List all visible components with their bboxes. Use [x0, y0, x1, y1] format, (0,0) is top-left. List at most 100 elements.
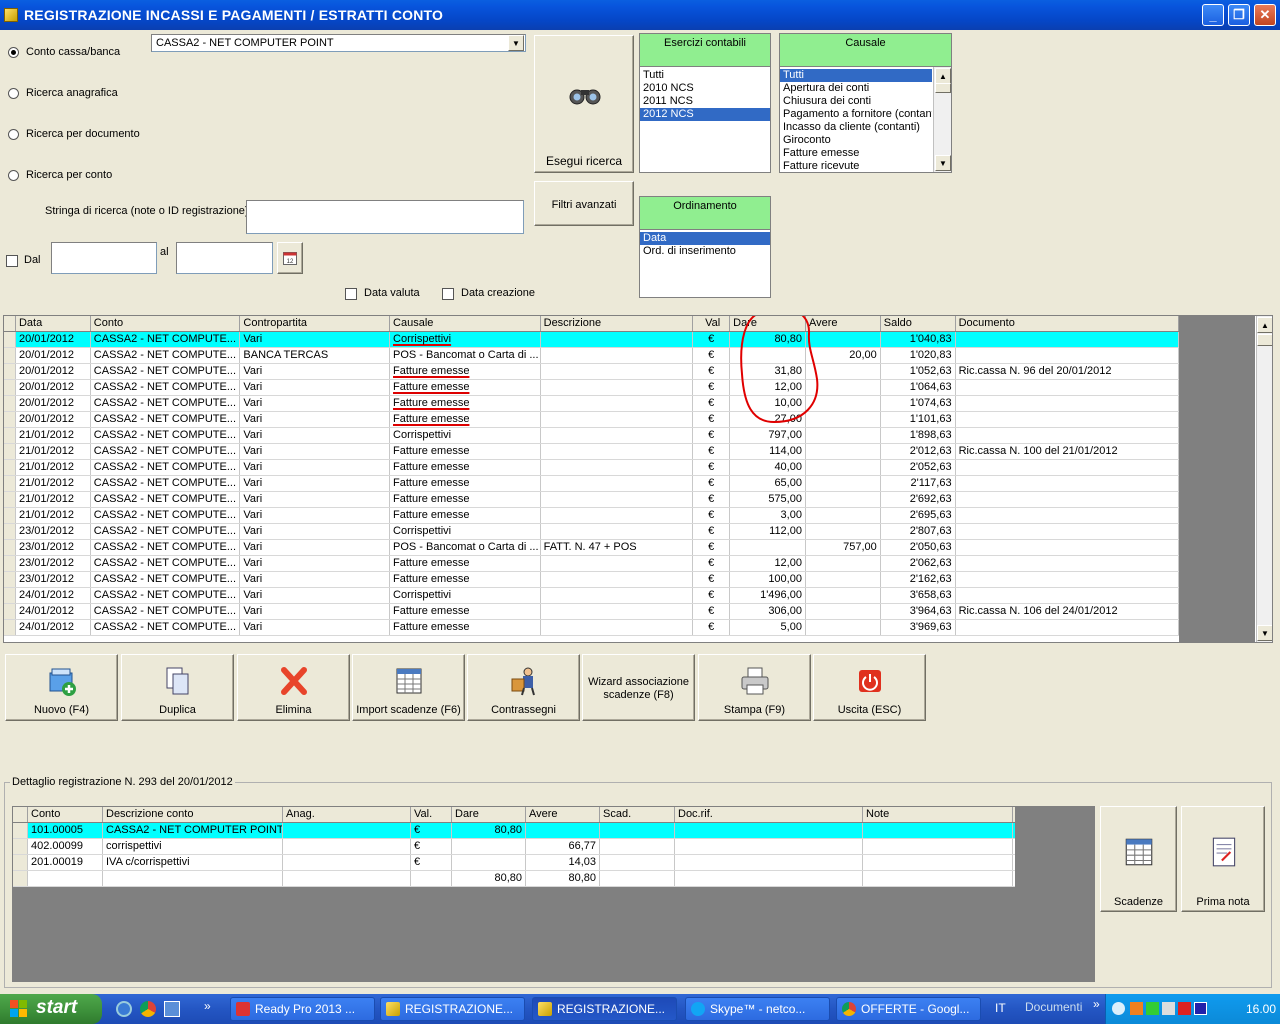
column-header[interactable]: Descrizione conto [103, 807, 283, 822]
esercizi-list[interactable]: Tutti 2010 NCS 2011 NCS 2012 NCS [639, 66, 771, 173]
table-row[interactable]: 21/01/2012 CASSA2 - NET COMPUTE... Vari Fat… [4, 476, 1179, 492]
column-header[interactable]: Note [863, 807, 1013, 822]
column-header[interactable]: Avere [526, 807, 600, 822]
radio-conto-cassa[interactable] [8, 47, 19, 58]
table-row[interactable]: 20/01/2012 CASSA2 - NET COMPUTE... Vari Cor… [4, 332, 1179, 348]
table-row[interactable]: 23/01/2012 CASSA2 - NET COMPUTE... Vari Fat… [4, 572, 1179, 588]
table-row[interactable]: 24/01/2012 CASSA2 - NET COMPUTE... Vari Fat… [4, 604, 1179, 620]
table-row[interactable]: 20/01/2012 CASSA2 - NET COMPUTE... BANCA T… [4, 348, 1179, 364]
task-ready-pro[interactable]: Ready Pro 2013 ... [230, 997, 375, 1021]
scroll-thumb[interactable] [1257, 334, 1272, 346]
causale-item[interactable]: Fatture emesse [780, 147, 932, 160]
column-header[interactable]: Conto [28, 807, 103, 822]
table-row[interactable]: 21/01/2012 CASSA2 - NET COMPUTE... Vari Fat… [4, 508, 1179, 524]
row-indicator[interactable] [4, 540, 16, 555]
causale-item[interactable]: Tutti [780, 69, 932, 82]
causale-item[interactable]: Giroconto [780, 134, 932, 147]
row-indicator[interactable] [4, 572, 16, 587]
detail-row[interactable]: 101.00005 CASSA2 - NET COMPUTER POINT €80,… [13, 823, 1015, 839]
column-header[interactable]: Dare [452, 807, 526, 822]
close-button[interactable]: ✕ [1254, 4, 1276, 26]
column-header[interactable]: Anag. [283, 807, 411, 822]
table-row[interactable]: 20/01/2012 CASSA2 - NET COMPUTE... Vari Fat… [4, 380, 1179, 396]
registrations-grid[interactable]: Data Conto Contropartita Causale Descrizione… [3, 315, 1273, 643]
calendar-button[interactable]: 12 [277, 242, 303, 274]
date-to-input[interactable] [176, 242, 273, 274]
minimize-button[interactable]: _ [1202, 4, 1224, 26]
table-row[interactable]: 20/01/2012 CASSA2 - NET COMPUTE... Vari Fat… [4, 412, 1179, 428]
maximize-button[interactable]: ❐ [1228, 4, 1250, 26]
scroll-down-icon[interactable]: ▼ [935, 155, 951, 171]
causale-item[interactable]: Fatture ricevute [780, 160, 932, 173]
row-indicator[interactable] [13, 823, 28, 838]
column-header[interactable]: Val [693, 316, 731, 331]
row-indicator[interactable] [4, 412, 16, 427]
row-indicator[interactable] [4, 460, 16, 475]
date-from-input[interactable] [51, 242, 157, 274]
scroll-up-icon[interactable]: ▲ [935, 68, 951, 84]
table-row[interactable]: 21/01/2012 CASSA2 - NET COMPUTE... Vari Fat… [4, 492, 1179, 508]
row-indicator[interactable] [4, 476, 16, 491]
row-indicator[interactable] [4, 604, 16, 619]
causale-scrollbar[interactable]: ▲ ▼ [933, 67, 951, 172]
detail-row[interactable]: 402.00099 corrispettivi €66,77 [13, 839, 1015, 855]
table-row[interactable]: 20/01/2012 CASSA2 - NET COMPUTE... Vari Fat… [4, 396, 1179, 412]
uscita-button[interactable]: Uscita (ESC) [813, 654, 926, 721]
causale-item[interactable]: Apertura dei conti [780, 82, 932, 95]
prima-nota-button[interactable]: Prima nota [1181, 806, 1265, 912]
scroll-down-icon[interactable]: ▼ [1257, 625, 1272, 641]
app-quicklaunch-icon[interactable] [164, 1001, 180, 1017]
ordinamento-list[interactable]: Data Ord. di inserimento [639, 229, 771, 298]
scadenze-button[interactable]: Scadenze [1100, 806, 1177, 912]
table-row[interactable]: 21/01/2012 CASSA2 - NET COMPUTE... Vari Fat… [4, 444, 1179, 460]
row-indicator[interactable] [4, 556, 16, 571]
column-header[interactable]: Conto [91, 316, 241, 331]
row-indicator[interactable] [13, 839, 28, 854]
tray-monitor-icon[interactable] [1194, 1002, 1207, 1015]
row-indicator[interactable] [4, 428, 16, 443]
tray-antivirus-icon[interactable] [1178, 1002, 1191, 1015]
column-header[interactable]: Data [16, 316, 91, 331]
esercizi-item[interactable]: Tutti [640, 69, 770, 82]
table-row[interactable]: 20/01/2012 CASSA2 - NET COMPUTE... Vari Fat… [4, 364, 1179, 380]
esercizi-item[interactable]: 2012 NCS [640, 108, 770, 121]
stampa-button[interactable]: Stampa (F9) [698, 654, 811, 721]
column-header[interactable]: Contropartita [240, 316, 391, 331]
start-button[interactable]: start [0, 994, 102, 1024]
contrassegni-button[interactable]: Contrassegni [467, 654, 580, 721]
column-header[interactable]: Doc.rif. [675, 807, 863, 822]
task-registrazione-2[interactable]: REGISTRAZIONE... [532, 997, 677, 1021]
radio-ricerca-conto[interactable] [8, 170, 19, 181]
tray-expand-icon[interactable] [1112, 1002, 1125, 1015]
data-creazione-checkbox[interactable] [442, 288, 454, 300]
causale-item[interactable]: Incasso da cliente (contanti) [780, 121, 932, 134]
ordinamento-item[interactable]: Data [640, 232, 770, 245]
column-header[interactable]: Descrizione [541, 316, 694, 331]
row-indicator[interactable] [4, 508, 16, 523]
chevron-right-icon[interactable]: » [1093, 997, 1100, 1011]
causale-list[interactable]: Tutti Apertura dei conti Chiusura dei cont… [779, 66, 952, 173]
data-valuta-checkbox[interactable] [345, 288, 357, 300]
wizard-scadenze-button[interactable]: Wizard associazione scadenze (F8) [582, 654, 695, 721]
radio-ricerca-anagrafica[interactable] [8, 88, 19, 99]
tray-shield-icon[interactable] [1146, 1002, 1159, 1015]
ordinamento-item[interactable]: Ord. di inserimento [640, 245, 770, 258]
column-header[interactable]: Saldo [881, 316, 956, 331]
task-chrome[interactable]: OFFERTE - Googl... [836, 997, 981, 1021]
search-string-input[interactable] [246, 200, 524, 234]
scroll-up-icon[interactable]: ▲ [1257, 317, 1272, 333]
scroll-thumb[interactable] [935, 83, 951, 93]
table-row[interactable]: 24/01/2012 CASSA2 - NET COMPUTE... Vari Cor… [4, 588, 1179, 604]
ie-icon[interactable] [116, 1001, 132, 1017]
row-indicator[interactable] [13, 855, 28, 870]
row-indicator[interactable] [4, 444, 16, 459]
detail-grid[interactable]: Conto Descrizione conto Anag. Val. Dare Avere… [12, 806, 1016, 888]
causale-item[interactable]: Pagamento a fornitore (contanti) [780, 108, 932, 121]
row-indicator[interactable] [4, 492, 16, 507]
task-skype[interactable]: Skype™ - netco... [685, 997, 830, 1021]
row-indicator[interactable] [4, 396, 16, 411]
row-indicator[interactable] [4, 524, 16, 539]
radio-ricerca-documento[interactable] [8, 129, 19, 140]
column-header[interactable]: Documento [956, 316, 1179, 331]
language-indicator[interactable]: IT [995, 1001, 1006, 1015]
